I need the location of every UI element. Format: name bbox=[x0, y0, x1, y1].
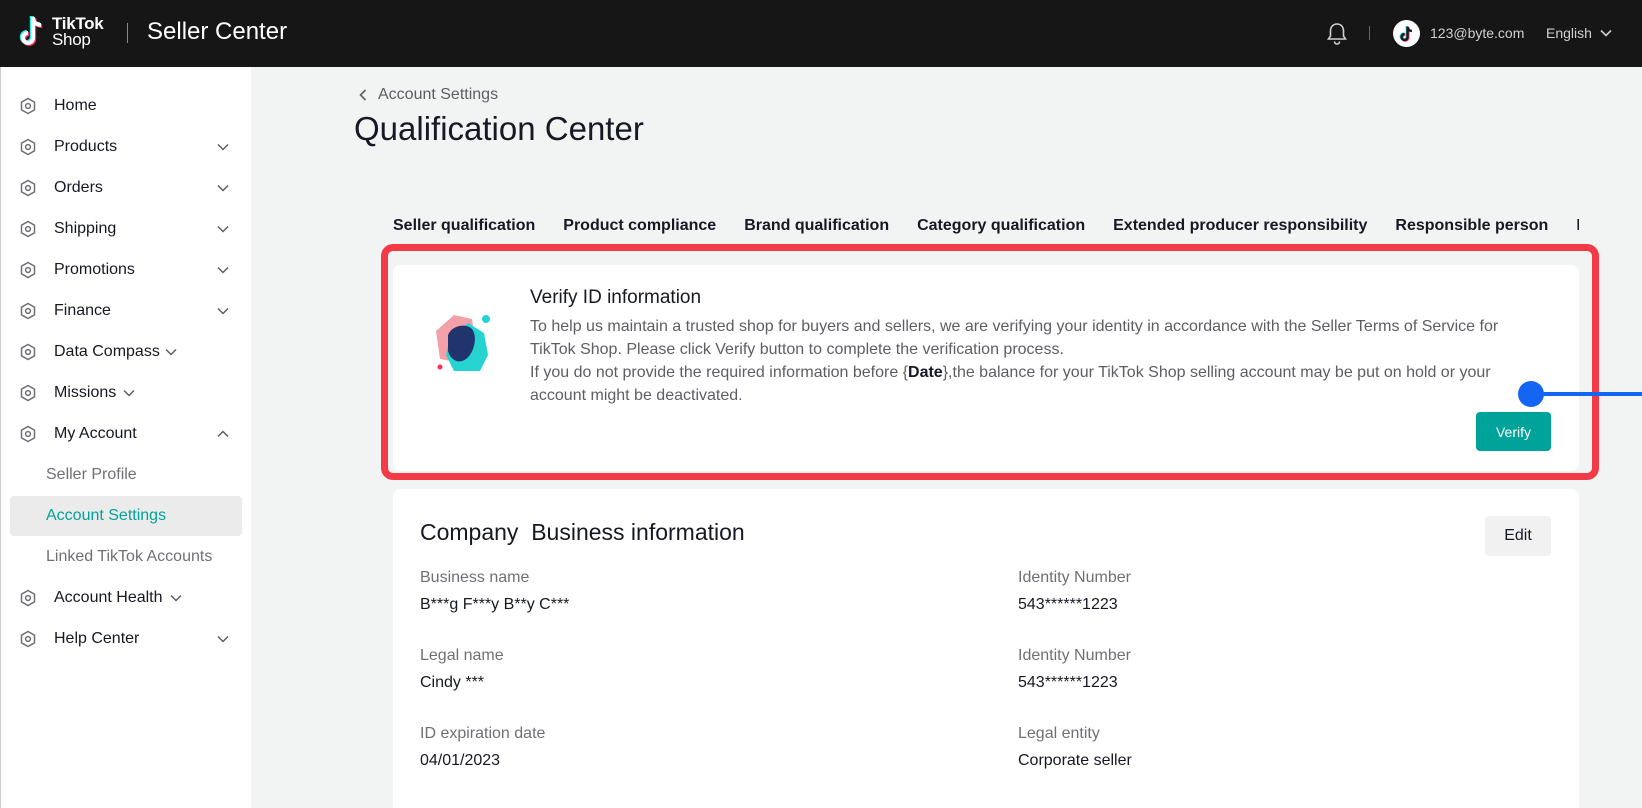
sidebar-item-data-compass[interactable]: Data Compass bbox=[10, 332, 242, 372]
chevron-down-icon bbox=[217, 307, 229, 315]
breadcrumb[interactable]: Account Settings bbox=[358, 86, 498, 104]
sidebar-item-missions[interactable]: Missions bbox=[10, 373, 242, 413]
hexagon-icon bbox=[20, 220, 36, 238]
verify-button[interactable]: Verify bbox=[1476, 412, 1551, 451]
sidebar-item-label: Account Health bbox=[54, 589, 163, 606]
sidebar-item-label: Finance bbox=[54, 302, 111, 319]
logo-divider bbox=[127, 23, 128, 43]
verify-title: Verify ID information bbox=[530, 287, 702, 308]
chevron-up-icon bbox=[217, 430, 229, 438]
tab-bar: Seller qualification Product compliance … bbox=[393, 217, 1579, 235]
annotation-connector-line bbox=[1540, 392, 1642, 396]
hexagon-icon bbox=[20, 384, 36, 402]
verify-desc-line2: If you do not provide the required infor… bbox=[530, 361, 1520, 407]
sidebar-item-label: Promotions bbox=[54, 261, 135, 278]
field-label-identity-number: Identity Number bbox=[1018, 569, 1131, 586]
sidebar-item-shipping[interactable]: Shipping bbox=[10, 209, 242, 249]
sidebar-item-linked-tiktok-accounts[interactable]: Linked TikTok Accounts bbox=[10, 537, 242, 577]
hexagon-icon bbox=[20, 97, 36, 115]
sidebar-item-label: Products bbox=[54, 138, 118, 155]
sidebar-item-account-settings[interactable]: Account Settings bbox=[10, 496, 242, 536]
tab-product-compliance[interactable]: Product compliance bbox=[563, 217, 716, 235]
sidebar-item-promotions[interactable]: Promotions bbox=[10, 250, 242, 290]
sidebar-item-label: Seller Profile bbox=[46, 466, 137, 483]
chevron-down-icon bbox=[217, 184, 229, 192]
chevron-down-icon bbox=[123, 389, 135, 397]
field-label-id-expiration-date: ID expiration date bbox=[420, 725, 546, 742]
notification-bell-icon[interactable] bbox=[1326, 21, 1348, 45]
tab-extended-producer-responsibility[interactable]: Extended producer responsibility bbox=[1113, 217, 1367, 235]
tab-responsible-person[interactable]: Responsible person bbox=[1395, 217, 1548, 235]
language-label: English bbox=[1546, 25, 1592, 41]
chevron-down-icon bbox=[217, 635, 229, 643]
date-placeholder: Date bbox=[908, 364, 943, 381]
chevron-down-icon bbox=[217, 143, 229, 151]
sidebar-item-orders[interactable]: Orders bbox=[10, 168, 242, 208]
header-separator bbox=[1369, 26, 1370, 40]
hexagon-icon bbox=[20, 630, 36, 648]
tab-seller-qualification[interactable]: Seller qualification bbox=[393, 217, 535, 235]
sidebar-item-products[interactable]: Products bbox=[10, 127, 242, 167]
hexagon-icon bbox=[20, 261, 36, 279]
edit-button[interactable]: Edit bbox=[1485, 516, 1551, 556]
sidebar-item-my-account[interactable]: My Account bbox=[10, 414, 242, 454]
sidebar-item-label: Home bbox=[54, 97, 97, 114]
hexagon-icon bbox=[20, 343, 36, 361]
field-label-business-name: Business name bbox=[420, 569, 530, 586]
sidebar-item-label: Account Settings bbox=[46, 507, 167, 524]
sidebar-item-finance[interactable]: Finance bbox=[10, 291, 242, 331]
field-value-legal-entity: Corporate seller bbox=[1018, 752, 1132, 769]
tab-truncated[interactable]: Ma bbox=[1576, 217, 1579, 235]
sidebar-item-help-center[interactable]: Help Center bbox=[10, 619, 242, 659]
sidebar-item-label: My Account bbox=[54, 425, 137, 442]
sidebar-item-label: Help Center bbox=[54, 630, 140, 647]
user-email[interactable]: 123@byte.com bbox=[1430, 25, 1524, 41]
field-value-legal-name: Cindy *** bbox=[420, 674, 485, 691]
annotation-connector-dot bbox=[1518, 381, 1544, 407]
tiktok-avatar-icon bbox=[1399, 25, 1412, 42]
hexagon-icon bbox=[20, 179, 36, 197]
top-bar: TikTok Shop Seller Center 123@byte.com E… bbox=[0, 0, 1642, 67]
logo-line2: Shop bbox=[52, 30, 91, 49]
field-value-id-expiration-date: 04/01/2023 bbox=[420, 752, 501, 769]
chevron-down-icon bbox=[170, 594, 182, 602]
chevron-down-icon bbox=[1600, 29, 1612, 37]
field-value-identity-number: 543******1223 bbox=[1018, 596, 1118, 613]
verify-desc-line1: To help us maintain a trusted shop for b… bbox=[530, 318, 1499, 358]
page-title: Qualification Center bbox=[354, 110, 644, 147]
app-title: Seller Center bbox=[147, 18, 288, 45]
language-selector[interactable]: English bbox=[1546, 25, 1612, 41]
field-label-legal-name: Legal name bbox=[420, 647, 504, 664]
field-value-business-name: B***g F***y B**y C*** bbox=[420, 596, 570, 613]
sidebar-item-account-health[interactable]: Account Health bbox=[10, 578, 242, 618]
sidebar-item-label: Missions bbox=[54, 384, 117, 401]
sidebar-item-seller-profile[interactable]: Seller Profile bbox=[10, 455, 242, 495]
sidebar-item-label: Linked TikTok Accounts bbox=[46, 548, 213, 565]
tiktok-shop-logo[interactable]: TikTok Shop bbox=[18, 14, 104, 50]
hexagon-icon bbox=[20, 138, 36, 156]
company-info-title: Company Business information bbox=[420, 519, 745, 545]
tab-category-qualification[interactable]: Category qualification bbox=[917, 217, 1085, 235]
tab-brand-qualification[interactable]: Brand qualification bbox=[744, 217, 889, 235]
tiktok-logo-icon bbox=[19, 15, 43, 46]
sidebar-item-label: Shipping bbox=[54, 220, 117, 237]
hexagon-icon bbox=[20, 589, 36, 607]
chevron-down-icon bbox=[165, 348, 177, 356]
chevron-down-icon bbox=[217, 225, 229, 233]
user-avatar[interactable] bbox=[1393, 20, 1420, 47]
sidebar-item-label: Data Compass bbox=[54, 343, 160, 360]
field-label-legal-entity: Legal entity bbox=[1018, 725, 1100, 742]
hexagon-icon bbox=[20, 425, 36, 443]
verify-desc-text: If you do not provide the required infor… bbox=[530, 364, 909, 381]
chevron-down-icon bbox=[217, 266, 229, 274]
verify-description: To help us maintain a trusted shop for b… bbox=[530, 315, 1520, 407]
breadcrumb-label: Account Settings bbox=[378, 86, 499, 103]
sidebar-item-home[interactable]: Home bbox=[10, 86, 242, 126]
id-verification-icon bbox=[436, 315, 490, 371]
hexagon-icon bbox=[20, 302, 36, 320]
field-value-identity-number-2: 543******1223 bbox=[1018, 674, 1118, 691]
chevron-left-icon bbox=[359, 89, 367, 101]
field-label-identity-number-2: Identity Number bbox=[1018, 647, 1131, 664]
sidebar-item-label: Orders bbox=[54, 179, 103, 196]
